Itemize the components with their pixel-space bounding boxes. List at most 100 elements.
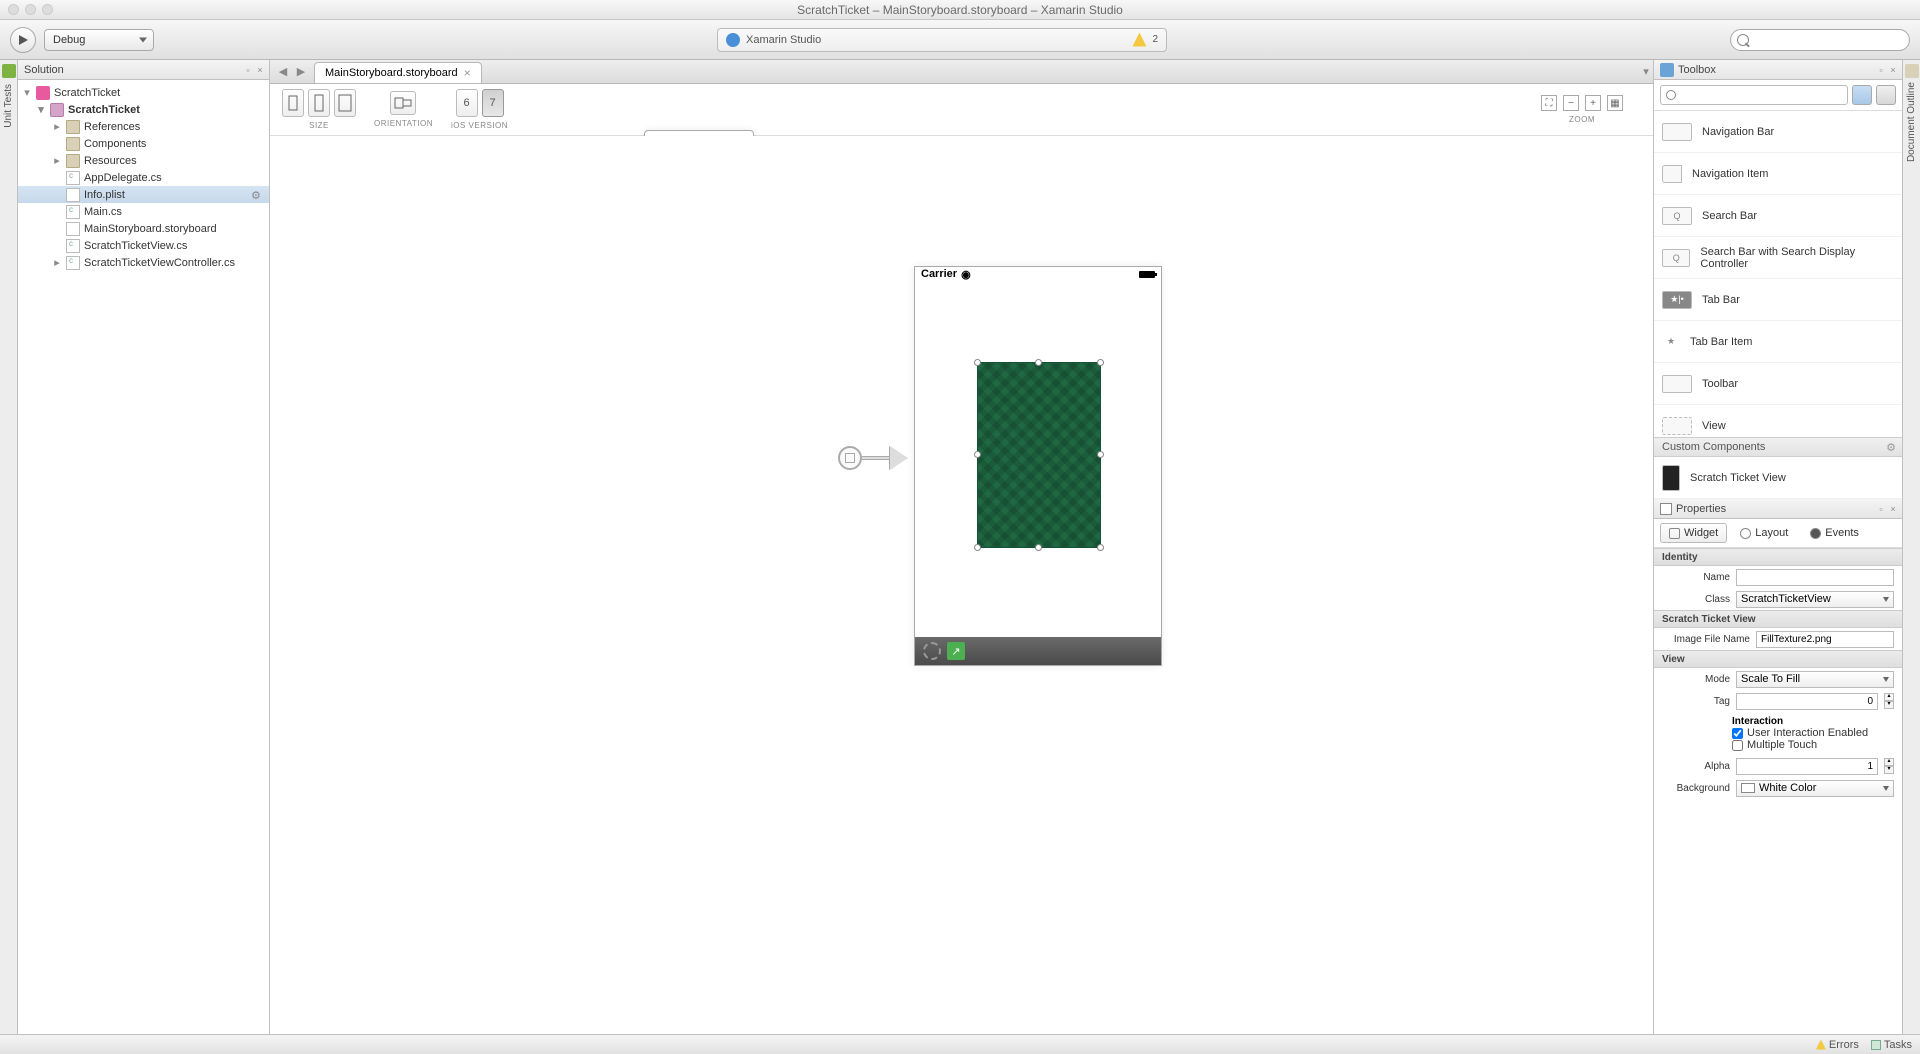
- resize-handle[interactable]: [974, 451, 981, 458]
- file-info-plist[interactable]: Info.plist⚙: [18, 186, 269, 203]
- zoom-fit-icon[interactable]: ⛶: [1541, 95, 1557, 111]
- errors-pad[interactable]: Errors: [1816, 1039, 1859, 1051]
- tab-layout[interactable]: Layout: [1731, 523, 1797, 543]
- resize-handle[interactable]: [1097, 359, 1104, 366]
- panel-options-icon[interactable]: ▫: [1876, 504, 1886, 514]
- mode-combo[interactable]: Scale To Fill: [1736, 671, 1894, 688]
- gear-icon[interactable]: ⚙: [1886, 441, 1896, 454]
- document-outline-label[interactable]: Document Outline: [1906, 82, 1917, 162]
- custom-components-section[interactable]: Custom Components ⚙: [1654, 437, 1902, 457]
- tab-events[interactable]: Events: [1801, 523, 1868, 543]
- toolbox-search[interactable]: [1660, 85, 1848, 105]
- storyboard-file-icon: [66, 222, 80, 236]
- toolbox-item-tab-bar-item[interactable]: ★Tab Bar Item: [1654, 321, 1902, 363]
- solution-root[interactable]: ▾ ScratchTicket: [18, 84, 269, 101]
- panel-options-icon[interactable]: ▫: [1876, 65, 1886, 75]
- tasks-pad[interactable]: Tasks: [1871, 1039, 1912, 1051]
- alpha-field[interactable]: [1736, 758, 1878, 775]
- ios-version-6[interactable]: 6: [456, 89, 478, 117]
- toolbox-item-tab-bar[interactable]: ★|•Tab Bar: [1654, 279, 1902, 321]
- background-combo[interactable]: White Color: [1736, 780, 1894, 797]
- device-preview[interactable]: Carrier ◉ ↗: [914, 266, 1162, 666]
- toolbox-item-toolbar[interactable]: Toolbar: [1654, 363, 1902, 405]
- tag-field[interactable]: [1736, 693, 1878, 710]
- panel-close-icon[interactable]: ×: [255, 65, 265, 75]
- multiple-touch-checkbox[interactable]: [1732, 740, 1743, 751]
- orientation-toggle[interactable]: [390, 91, 416, 115]
- toolbox-item-search-display[interactable]: QSearch Bar with Search Display Controll…: [1654, 237, 1902, 279]
- resize-handle[interactable]: [974, 359, 981, 366]
- disclosure-icon[interactable]: [52, 138, 62, 150]
- entry-point-indicator[interactable]: [838, 446, 908, 470]
- panel-close-icon[interactable]: ×: [1888, 65, 1898, 75]
- references-folder[interactable]: ▸References: [18, 118, 269, 135]
- zoom-in-icon[interactable]: +: [1585, 95, 1601, 111]
- file-appdelegate[interactable]: AppDelegate.cs: [18, 169, 269, 186]
- scene-dock[interactable]: ↗: [915, 637, 1161, 665]
- tab-close-icon[interactable]: ×: [464, 66, 471, 80]
- project-node[interactable]: ▾ ScratchTicket: [18, 101, 269, 118]
- image-file-field[interactable]: [1756, 631, 1894, 648]
- tab-overflow-icon[interactable]: ▾: [1639, 60, 1653, 83]
- file-view[interactable]: ScratchTicketView.cs: [18, 237, 269, 254]
- build-status[interactable]: Xamarin Studio 2: [717, 28, 1167, 52]
- panel-close-icon[interactable]: ×: [1888, 504, 1898, 514]
- size-phone-small[interactable]: [282, 89, 304, 117]
- tag-stepper[interactable]: ▴▾: [1884, 693, 1894, 709]
- design-canvas[interactable]: Carrier ◉ ↗: [270, 136, 1653, 1034]
- document-outline-icon[interactable]: [1905, 64, 1919, 78]
- scratch-ticket-view-instance[interactable]: [977, 362, 1101, 548]
- minimize-window-icon[interactable]: [25, 4, 36, 15]
- gear-icon[interactable]: ⚙: [251, 189, 263, 201]
- disclosure-icon[interactable]: ▸: [52, 256, 62, 269]
- resize-handle[interactable]: [1097, 544, 1104, 551]
- resize-handle[interactable]: [1035, 544, 1042, 551]
- resize-handle[interactable]: [1097, 451, 1104, 458]
- first-responder-icon[interactable]: [923, 642, 941, 660]
- exit-icon[interactable]: ↗: [947, 642, 965, 660]
- components-folder[interactable]: Components: [18, 135, 269, 152]
- name-field[interactable]: [1736, 569, 1894, 586]
- entry-circle-icon: [838, 446, 862, 470]
- file-storyboard[interactable]: MainStoryboard.storyboard: [18, 220, 269, 237]
- resize-handle[interactable]: [974, 544, 981, 551]
- global-search[interactable]: [1730, 29, 1910, 51]
- alpha-stepper[interactable]: ▴▾: [1884, 758, 1894, 774]
- toolbox-item-view[interactable]: View: [1654, 405, 1902, 437]
- size-phone-tall[interactable]: [308, 89, 330, 117]
- unit-tests-icon[interactable]: [2, 64, 16, 78]
- tab-storyboard[interactable]: MainStoryboard.storyboard ×: [314, 62, 482, 83]
- panel-options-icon[interactable]: ▫: [243, 65, 253, 75]
- toolbox-item-search-bar[interactable]: QSearch Bar: [1654, 195, 1902, 237]
- zoom-window-icon[interactable]: [42, 4, 53, 15]
- wifi-icon: ◉: [961, 268, 971, 281]
- toolbox-view-grid[interactable]: [1876, 85, 1896, 105]
- zoom-out-icon[interactable]: −: [1563, 95, 1579, 111]
- size-tablet[interactable]: [334, 89, 356, 117]
- resize-handle[interactable]: [1035, 359, 1042, 366]
- toolbox-item-scratch-ticket-view[interactable]: Scratch Ticket View: [1654, 457, 1902, 499]
- disclosure-icon[interactable]: ▸: [52, 154, 62, 167]
- class-combo[interactable]: ScratchTicketView: [1736, 591, 1894, 608]
- file-main[interactable]: Main.cs: [18, 203, 269, 220]
- zoom-actual-icon[interactable]: ▦: [1607, 95, 1623, 111]
- run-button[interactable]: [10, 27, 36, 53]
- nav-back-icon[interactable]: ◀: [276, 65, 290, 79]
- toolbox-view-list[interactable]: [1852, 85, 1872, 105]
- close-window-icon[interactable]: [8, 4, 19, 15]
- nav-forward-icon[interactable]: ▶: [294, 65, 308, 79]
- solution-icon: [36, 86, 50, 100]
- disclosure-icon[interactable]: ▸: [52, 120, 62, 133]
- disclosure-icon[interactable]: ▾: [22, 86, 32, 99]
- resources-folder[interactable]: ▸Resources: [18, 152, 269, 169]
- user-interaction-checkbox[interactable]: [1732, 728, 1743, 739]
- toolbox-item-navigation-bar[interactable]: Navigation Bar: [1654, 111, 1902, 153]
- disclosure-icon[interactable]: ▾: [36, 103, 46, 116]
- main-toolbar: Debug iOS Device Xamarin Studio 2: [0, 20, 1920, 60]
- unit-tests-label[interactable]: Unit Tests: [3, 84, 14, 128]
- file-controller[interactable]: ▸ScratchTicketViewController.cs: [18, 254, 269, 271]
- ios-version-7[interactable]: 7: [482, 89, 504, 117]
- toolbox-item-navigation-item[interactable]: Navigation Item: [1654, 153, 1902, 195]
- tab-widget[interactable]: Widget: [1660, 523, 1727, 543]
- configuration-combo[interactable]: Debug: [44, 29, 154, 51]
